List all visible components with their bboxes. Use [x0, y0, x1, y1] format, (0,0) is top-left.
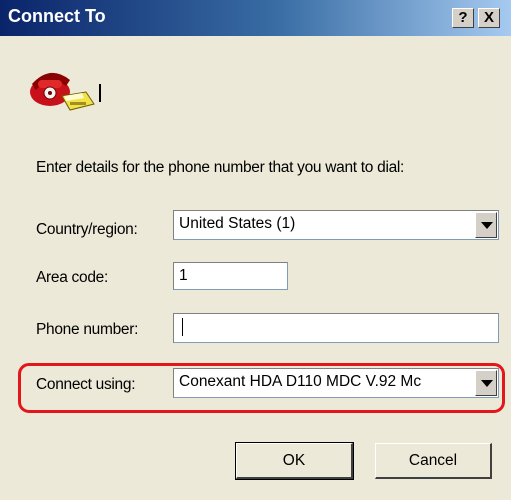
connect-to-dialog: Connect To ? X Enter details for the pho… — [0, 0, 511, 500]
country-dropdown-arrow-icon[interactable] — [475, 212, 497, 238]
cancel-button[interactable]: Cancel — [375, 443, 492, 479]
close-button[interactable]: X — [478, 8, 500, 28]
area-code-label: Area code: — [36, 269, 108, 286]
text-cursor — [99, 84, 101, 102]
phone-number-input[interactable] — [173, 313, 499, 343]
country-label: Country/region: — [36, 221, 138, 238]
phone-number-label: Phone number: — [36, 321, 139, 338]
title-bar[interactable]: Connect To ? X — [0, 0, 511, 36]
window-title: Connect To — [8, 6, 106, 26]
ok-button[interactable]: OK — [235, 442, 354, 480]
dial-instructions: Enter details for the phone number that … — [36, 159, 405, 176]
connect-using-highlight — [18, 363, 505, 413]
country-select[interactable]: United States (1) — [173, 210, 499, 240]
help-button[interactable]: ? — [452, 8, 474, 28]
country-value: United States (1) — [179, 215, 296, 232]
input-caret — [182, 318, 183, 336]
telephone-icon — [30, 72, 95, 111]
area-code-input[interactable]: 1 — [173, 262, 288, 290]
